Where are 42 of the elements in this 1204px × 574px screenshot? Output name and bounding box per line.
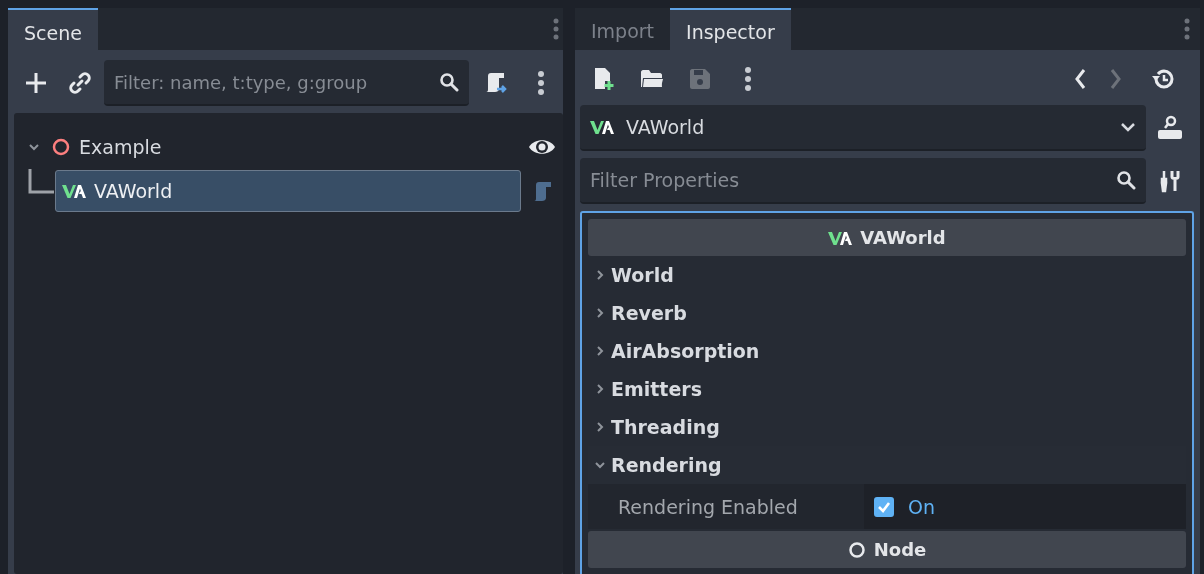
circle-node-icon [847, 540, 866, 559]
section-header[interactable]: Threading [588, 408, 1186, 446]
filter-field[interactable]: Filter: name, t:type, g:group [104, 60, 469, 106]
object-selector[interactable]: VAWorld [580, 105, 1146, 151]
section-header[interactable]: AirAbsorption [588, 332, 1186, 370]
new-resource-icon[interactable] [593, 67, 615, 91]
tools-icon[interactable] [1159, 169, 1181, 193]
dock-tab[interactable]: Inspector [670, 8, 791, 50]
dock-menu-icon[interactable] [1184, 17, 1190, 41]
search-icon [1116, 170, 1136, 190]
tree-connector [28, 169, 54, 195]
filter-properties-field[interactable]: Filter Properties [580, 158, 1146, 204]
selected-object: VAWorld [626, 116, 706, 138]
section-header[interactable]: Reverb [588, 294, 1186, 332]
node-type-icon [828, 229, 853, 246]
menu-icon[interactable] [537, 70, 545, 96]
circle-node-icon [51, 137, 71, 157]
checkbox-label: On [908, 495, 935, 518]
history-icon[interactable] [1150, 68, 1174, 90]
documentation-icon[interactable] [1157, 115, 1183, 141]
class-name: VAWorld [860, 227, 946, 248]
property-label: Rendering Enabled [617, 495, 799, 518]
node-type-icon [62, 183, 86, 199]
add-icon[interactable] [25, 72, 47, 94]
tree-item[interactable]: VAWorld [55, 170, 521, 212]
dock-menu-icon[interactable] [553, 17, 559, 41]
class-name: Node [873, 539, 927, 560]
menu-icon[interactable] [744, 66, 752, 92]
folder-icon[interactable] [640, 69, 664, 89]
link-icon[interactable] [69, 72, 91, 94]
checkbox[interactable] [874, 496, 894, 517]
section-header[interactable]: Emitters [588, 370, 1186, 408]
node-type-icon [590, 119, 614, 135]
filter-placeholder: Filter: name, t:type, g:group [114, 71, 369, 93]
filter-placeholder: Filter Properties [590, 169, 741, 191]
eye-icon[interactable] [528, 137, 556, 157]
section-header[interactable]: World [588, 256, 1186, 294]
dropdown-caret-icon [1120, 122, 1136, 132]
scene-tab[interactable]: Scene [8, 8, 98, 50]
checkmark-icon [877, 500, 891, 513]
tree-item[interactable]: Example [44, 126, 521, 168]
search-icon [439, 72, 459, 92]
